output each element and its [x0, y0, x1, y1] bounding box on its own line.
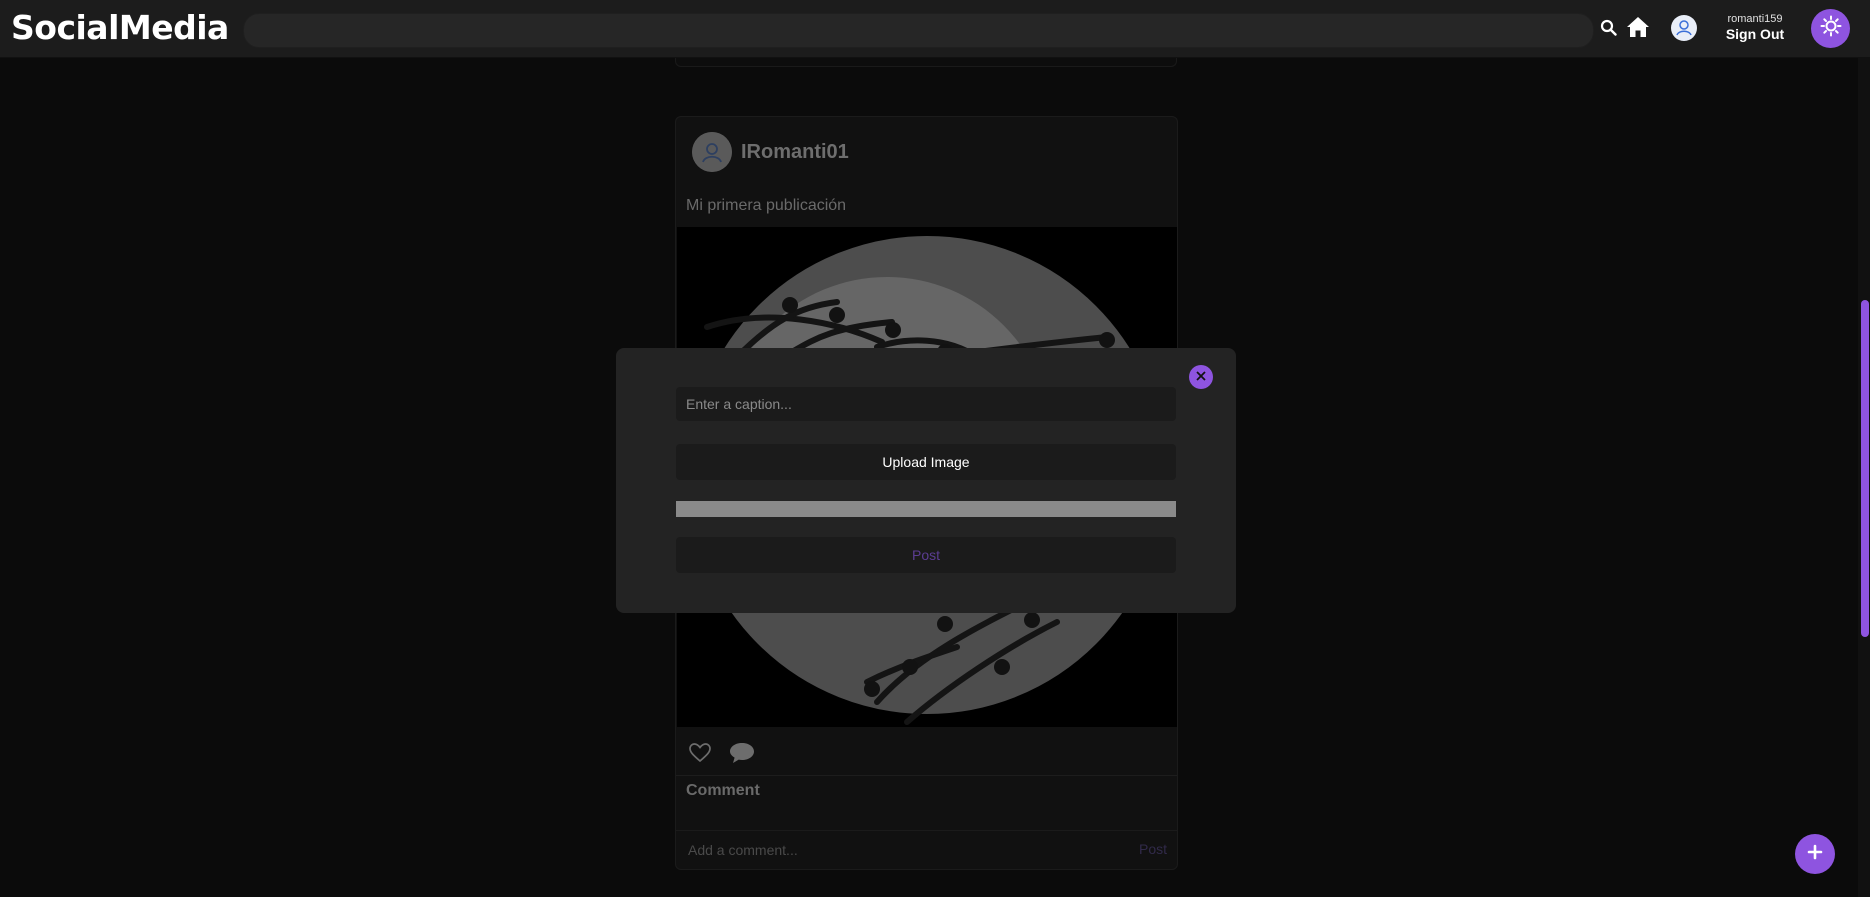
- upload-image-button[interactable]: Upload Image: [676, 444, 1176, 480]
- submit-post-button[interactable]: Post: [676, 537, 1176, 573]
- search-icon[interactable]: [1600, 19, 1617, 41]
- header-username: romanti159: [1727, 13, 1783, 25]
- theme-toggle-button[interactable]: [1811, 9, 1850, 48]
- post-caption: Mi primera publicación: [686, 197, 847, 214]
- comment-form: Post: [676, 830, 1177, 869]
- user-menu: romanti159 Sign Out: [1712, 13, 1798, 43]
- comment-post-button[interactable]: Post: [1139, 841, 1167, 857]
- search-input[interactable]: [243, 13, 1594, 48]
- app-logo[interactable]: SocialMedia: [11, 8, 229, 47]
- scrollbar-thumb[interactable]: [1861, 300, 1869, 637]
- post-author[interactable]: IRomanti01: [741, 141, 849, 164]
- post-actions: [676, 728, 1177, 776]
- close-icon: [1196, 368, 1206, 386]
- comment-input[interactable]: [686, 839, 1110, 861]
- heart-icon[interactable]: [689, 743, 711, 767]
- comment-heading: Comment: [686, 782, 760, 799]
- comment-bubble-icon[interactable]: [729, 742, 755, 769]
- sign-out-button[interactable]: Sign Out: [1712, 26, 1798, 43]
- modal-close-button[interactable]: [1189, 365, 1213, 389]
- plus-icon: [1807, 844, 1823, 865]
- sun-theme-icon: [1820, 15, 1842, 42]
- author-avatar-icon[interactable]: [692, 132, 732, 172]
- upload-progress-bar: [676, 501, 1176, 517]
- caption-input[interactable]: [676, 387, 1176, 421]
- create-post-modal: Upload Image Post: [616, 348, 1236, 613]
- add-post-button[interactable]: [1795, 834, 1835, 874]
- home-icon[interactable]: [1626, 16, 1650, 43]
- upload-progress-fill: [676, 501, 1176, 517]
- top-navbar: SocialMedia romanti159 Sign Out: [0, 0, 1870, 58]
- user-avatar-icon[interactable]: [1671, 15, 1697, 41]
